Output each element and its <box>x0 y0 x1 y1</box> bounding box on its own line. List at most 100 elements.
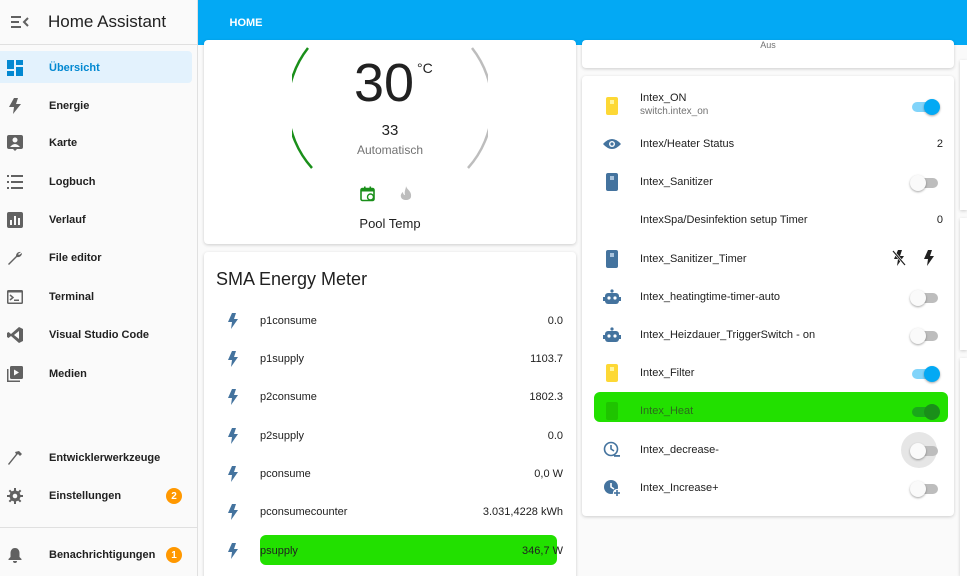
notification-badge: 1 <box>166 547 182 563</box>
entity-name: Intex_Increase+ <box>640 482 719 494</box>
sidebar-item-label: Medien <box>49 368 87 380</box>
flash-icon <box>224 465 242 483</box>
dashboard-icon <box>6 59 24 77</box>
sidebar-item-file-editor[interactable]: File editor <box>0 241 198 275</box>
entity-state: 1802.3 <box>529 391 563 403</box>
sidebar-item-label: Terminal <box>49 291 95 303</box>
entity-row[interactable]: Intex_heatingtime-timer-auto <box>582 279 954 315</box>
sidebar-item-benachrichtigungen[interactable]: Benachrichtigungen 1 <box>0 538 198 572</box>
target-temperature: 33 <box>381 122 399 139</box>
flash-icon <box>224 312 242 330</box>
sidebar-item-logbuch[interactable]: Logbuch <box>0 165 198 199</box>
sidebar-item-medien[interactable]: Medien <box>0 357 198 391</box>
flash-off-icon[interactable] <box>892 250 906 271</box>
entity-row[interactable]: pconsumecounter 3.031,4228 kWh <box>204 497 576 527</box>
tab-home[interactable]: HOME <box>214 0 278 45</box>
entity-row[interactable]: Intex_Increase+ <box>582 470 954 506</box>
sidebar-item-label: Verlauf <box>49 214 86 226</box>
lightning-icon <box>6 97 24 115</box>
sidebar-item-einstellungen[interactable]: Einstellungen 2 <box>0 479 198 513</box>
entity-row[interactable]: p1consume 0.0 <box>204 306 576 336</box>
entity-row[interactable]: Intex_decrease- <box>582 432 954 468</box>
fire-icon[interactable] <box>400 186 412 207</box>
sidebar-item-label: File editor <box>49 252 102 264</box>
entity-row[interactable]: Intex_Heat <box>582 393 954 429</box>
flash-icon[interactable] <box>924 250 934 271</box>
partial-card: Aus <box>582 40 954 68</box>
entity-toggle[interactable] <box>910 404 940 420</box>
power-socket-icon <box>603 250 621 268</box>
list-icon <box>6 173 24 191</box>
entity-row[interactable]: Intex_Sanitizer <box>582 164 954 200</box>
calendar-sync-icon[interactable] <box>360 186 376 207</box>
flash-icon <box>224 388 242 406</box>
sidebar-item-terminal[interactable]: Terminal <box>0 280 198 314</box>
entity-row[interactable]: Intex/Heater Status 2 <box>582 126 954 162</box>
sidebar-item-label: Übersicht <box>49 62 100 74</box>
sidebar-item-label: Karte <box>49 137 78 149</box>
entity-row[interactable]: Intex_ON switch.intex_on <box>582 88 954 124</box>
entity-toggle[interactable] <box>910 443 940 459</box>
sidebar-item-energie[interactable]: Energie <box>0 89 198 123</box>
entity-state: 0,0 W <box>534 468 563 480</box>
thermostat-card: 30 °C 33 Automatisch Pool Temp <box>204 40 576 244</box>
entity-name: Intex_heatingtime-timer-auto <box>640 291 781 303</box>
entity-row[interactable]: p2supply 0.0 <box>204 421 576 451</box>
vscode-icon <box>6 326 24 344</box>
entity-row[interactable]: Intex_Sanitizer_Timer <box>582 241 954 277</box>
intex-entities-card: Intex_ON switch.intex_on Intex/Heater St… <box>582 76 954 516</box>
sidebar-item-entwicklerwerkzeuge[interactable]: Entwicklerwerkzeuge <box>0 441 198 475</box>
entity-name: IntexSpa/Desinfektion setup Timer <box>640 214 808 226</box>
entity-state: 346,7 W <box>522 545 563 557</box>
sidebar-item-uebersicht[interactable]: Übersicht <box>0 51 198 85</box>
temperature-unit: °C <box>417 60 433 76</box>
robot-icon <box>603 288 621 306</box>
entity-toggle[interactable] <box>910 328 940 344</box>
entity-row[interactable]: IntexSpa/Desinfektion setup Timer 0 <box>582 202 954 238</box>
entity-name: pconsume <box>260 468 311 480</box>
notification-badge: 2 <box>166 488 182 504</box>
current-temperature: 30 <box>354 53 415 113</box>
sidebar-item-label: Entwicklerwerkzeuge <box>49 452 161 464</box>
entity-name: psupply <box>260 545 298 557</box>
sidebar-item-karte[interactable]: Karte <box>0 126 198 160</box>
entity-toggle[interactable] <box>910 366 940 382</box>
clock-minus-icon <box>603 441 621 459</box>
entity-name: Intex_ON <box>640 92 687 104</box>
sidebar-item-label: Energie <box>49 100 90 112</box>
entity-name: Intex_decrease- <box>640 444 719 456</box>
clock-plus-icon <box>603 479 621 497</box>
entity-row[interactable]: psupply 346,7 W <box>204 536 576 566</box>
entity-name: Intex_Heat <box>640 405 694 417</box>
entity-row[interactable]: pconsume 0,0 W <box>204 459 576 489</box>
app-title: Home Assistant <box>48 12 167 31</box>
power-socket-icon <box>603 173 621 191</box>
entity-toggle[interactable] <box>910 99 940 115</box>
sidebar-item-verlauf[interactable]: Verlauf <box>0 203 198 237</box>
sidebar-divider <box>0 527 198 528</box>
hammer-icon <box>6 449 24 467</box>
card-title: SMA Energy Meter <box>216 269 368 289</box>
flash-icon <box>224 427 242 445</box>
eye-icon <box>603 135 621 153</box>
entity-state: 0.0 <box>547 315 563 327</box>
partial-card-edge <box>960 60 967 210</box>
entity-name: Intex_Filter <box>640 367 695 379</box>
entity-row[interactable]: Intex_Heizdauer_TriggerSwitch - on <box>582 317 954 353</box>
menu-collapse-icon[interactable] <box>6 12 34 32</box>
sidebar-item-vscode[interactable]: Visual Studio Code <box>0 318 198 352</box>
entity-row[interactable]: Intex_Filter <box>582 355 954 391</box>
entity-row[interactable]: p1supply 1103.7 <box>204 344 576 374</box>
flash-icon <box>224 350 242 368</box>
entity-name: Intex/Heater Status <box>640 138 735 150</box>
entity-toggle[interactable] <box>910 290 940 306</box>
hvac-mode-label: Automatisch <box>356 143 424 157</box>
sma-energy-meter-card: SMA Energy Meter p1consume 0.0 p1supply … <box>204 252 576 576</box>
entity-toggle[interactable] <box>910 175 940 191</box>
entity-row[interactable]: p2consume 1802.3 <box>204 382 576 412</box>
partial-card-edge <box>960 218 967 350</box>
bell-icon <box>6 546 24 564</box>
entity-toggle[interactable] <box>910 481 940 497</box>
sidebar-item-label: Benachrichtigungen <box>49 549 156 561</box>
top-app-bar: HOME <box>198 0 967 45</box>
